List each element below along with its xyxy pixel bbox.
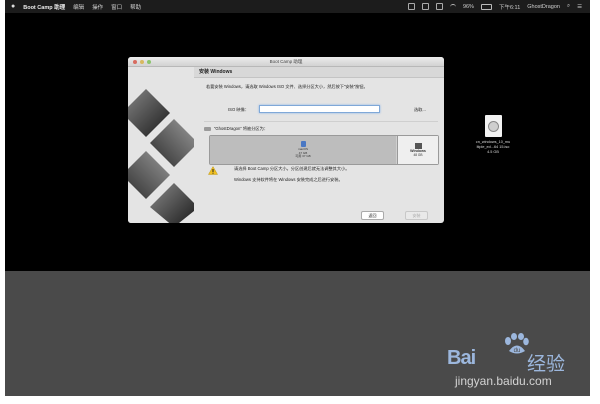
disk-row: “GhostDragon” 将被分区为：	[204, 126, 268, 132]
battery-percent: 96%	[462, 3, 474, 10]
baidu-paw-icon: du	[505, 333, 529, 354]
partition-slider[interactable]: macOS 47 GB 可用 37 GB Windows 48 GB	[209, 135, 439, 165]
menu-edit[interactable]: 编辑	[73, 3, 84, 11]
warning-icon	[208, 166, 218, 175]
disk-image-icon	[484, 115, 502, 137]
search-icon[interactable]: ⌕	[567, 3, 570, 10]
diamond-logo-icon	[128, 89, 194, 223]
watermark-jingyan: 经验	[527, 354, 566, 375]
divider	[204, 121, 438, 122]
mac-partition: macOS 47 GB 可用 37 GB	[210, 136, 396, 164]
title-bar: Boot Camp 助理	[128, 57, 444, 67]
menu-bar: ● Boot Camp 助理 编辑 操作 窗口 帮助 96% 下午6:11 Gh…	[5, 0, 590, 13]
apple-menu-icon[interactable]: ●	[11, 3, 15, 10]
svg-text:du: du	[514, 348, 521, 354]
status-icon-2[interactable]	[421, 3, 429, 10]
windows-partition[interactable]: Windows 48 GB	[397, 136, 438, 164]
warning-text-support: Windows 支持软件将在 Windows 安装完成之后进行安装。	[234, 177, 343, 182]
menu-help[interactable]: 帮助	[130, 3, 141, 11]
list-icon[interactable]: ☰	[577, 4, 582, 10]
windows-logo-art	[128, 67, 194, 223]
windows-disk-icon	[414, 142, 422, 149]
watermark-logo: Bai	[447, 347, 476, 369]
iso-path-input[interactable]	[259, 105, 380, 113]
disk-label: “GhostDragon” 将被分区为：	[214, 126, 268, 131]
iso-label: ISO 映像：	[228, 107, 249, 112]
user-name[interactable]: GhostDragon	[527, 4, 560, 10]
menu-app-name[interactable]: Boot Camp 助理	[23, 3, 65, 11]
screenshot-frame: ● Boot Camp 助理 编辑 操作 窗口 帮助 96% 下午6:11 Gh…	[5, 0, 590, 396]
section-heading: 安装 Windows	[194, 67, 444, 78]
window-title: Boot Camp 助理	[269, 58, 303, 64]
windows-partition-size: 48 GB	[413, 152, 423, 157]
clock[interactable]: 下午6:11	[499, 3, 520, 11]
status-icon-3[interactable]	[435, 3, 443, 10]
desktop-iso-file[interactable]: cn_windows_10_mu ltiple_ed...64 15.iso 4…	[468, 115, 518, 155]
wifi-icon[interactable]	[449, 4, 456, 9]
install-button[interactable]: 安装	[405, 211, 428, 220]
disk-icon	[204, 127, 211, 131]
file-name: cn_windows_10_mu ltiple_ed...64 15.iso 4…	[468, 140, 518, 155]
boot-camp-window: Boot Camp 助理 安装 Windows 若要安装 Windows，请选取…	[128, 57, 444, 223]
status-icon-1[interactable]	[407, 3, 415, 10]
warning-text-partition: 请选择 Boot Camp 分区大小。分区创建后就无法调整其大小。	[234, 166, 350, 171]
mac-partition-free: 可用 37 GB	[295, 154, 311, 159]
menu-window[interactable]: 窗口	[111, 3, 122, 11]
watermark-url: jingyan.baidu.com	[455, 374, 552, 388]
intro-text: 若要安装 Windows，请选取 Windows ISO 文件、选择分区大小，然…	[206, 84, 368, 89]
install-panel: 若要安装 Windows，请选取 Windows ISO 文件、选择分区大小，然…	[194, 78, 444, 223]
choose-button[interactable]: 选取...	[414, 107, 426, 113]
file-size: 4.5 GB	[487, 150, 499, 154]
battery-icon[interactable]	[480, 3, 492, 10]
menu-action[interactable]: 操作	[92, 3, 103, 11]
back-button[interactable]: 返回	[361, 211, 384, 220]
desktop: ● Boot Camp 助理 编辑 操作 窗口 帮助 96% 下午6:11 Gh…	[5, 0, 590, 271]
